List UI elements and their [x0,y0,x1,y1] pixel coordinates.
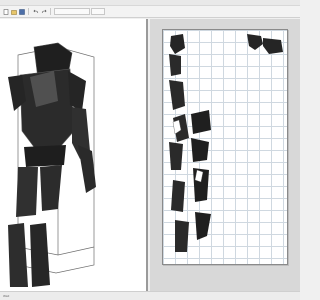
toolbar-separator [50,8,51,15]
toolbar-field-one[interactable] [54,8,90,15]
unfolded-parts-layout [169,34,283,252]
papercraft-app-window: Wall [0,0,300,300]
thigh-left [16,167,38,217]
print-sheet [162,29,288,265]
shin-left [8,223,28,287]
toolbar-field-two[interactable] [91,8,105,15]
thigh-right [40,165,62,211]
toolbar-separator [28,8,29,15]
open-icon[interactable] [10,8,17,15]
forearm-right [78,145,96,193]
toolbar [0,6,300,18]
3d-model-view [8,42,96,287]
save-icon[interactable] [18,8,25,15]
status-bar: Wall [0,291,300,300]
3d-view-pane[interactable] [0,19,148,291]
armor-model [8,42,96,287]
redo-icon[interactable] [40,8,47,15]
status-left: Wall [3,294,10,298]
belt [24,145,66,167]
parts-top [170,34,283,54]
shoulder-right [68,71,86,111]
parts-left-column [169,54,189,252]
2d-layout-pane[interactable] [150,19,300,291]
new-icon[interactable] [2,8,9,15]
undo-icon[interactable] [32,8,39,15]
shin-right [30,223,50,287]
